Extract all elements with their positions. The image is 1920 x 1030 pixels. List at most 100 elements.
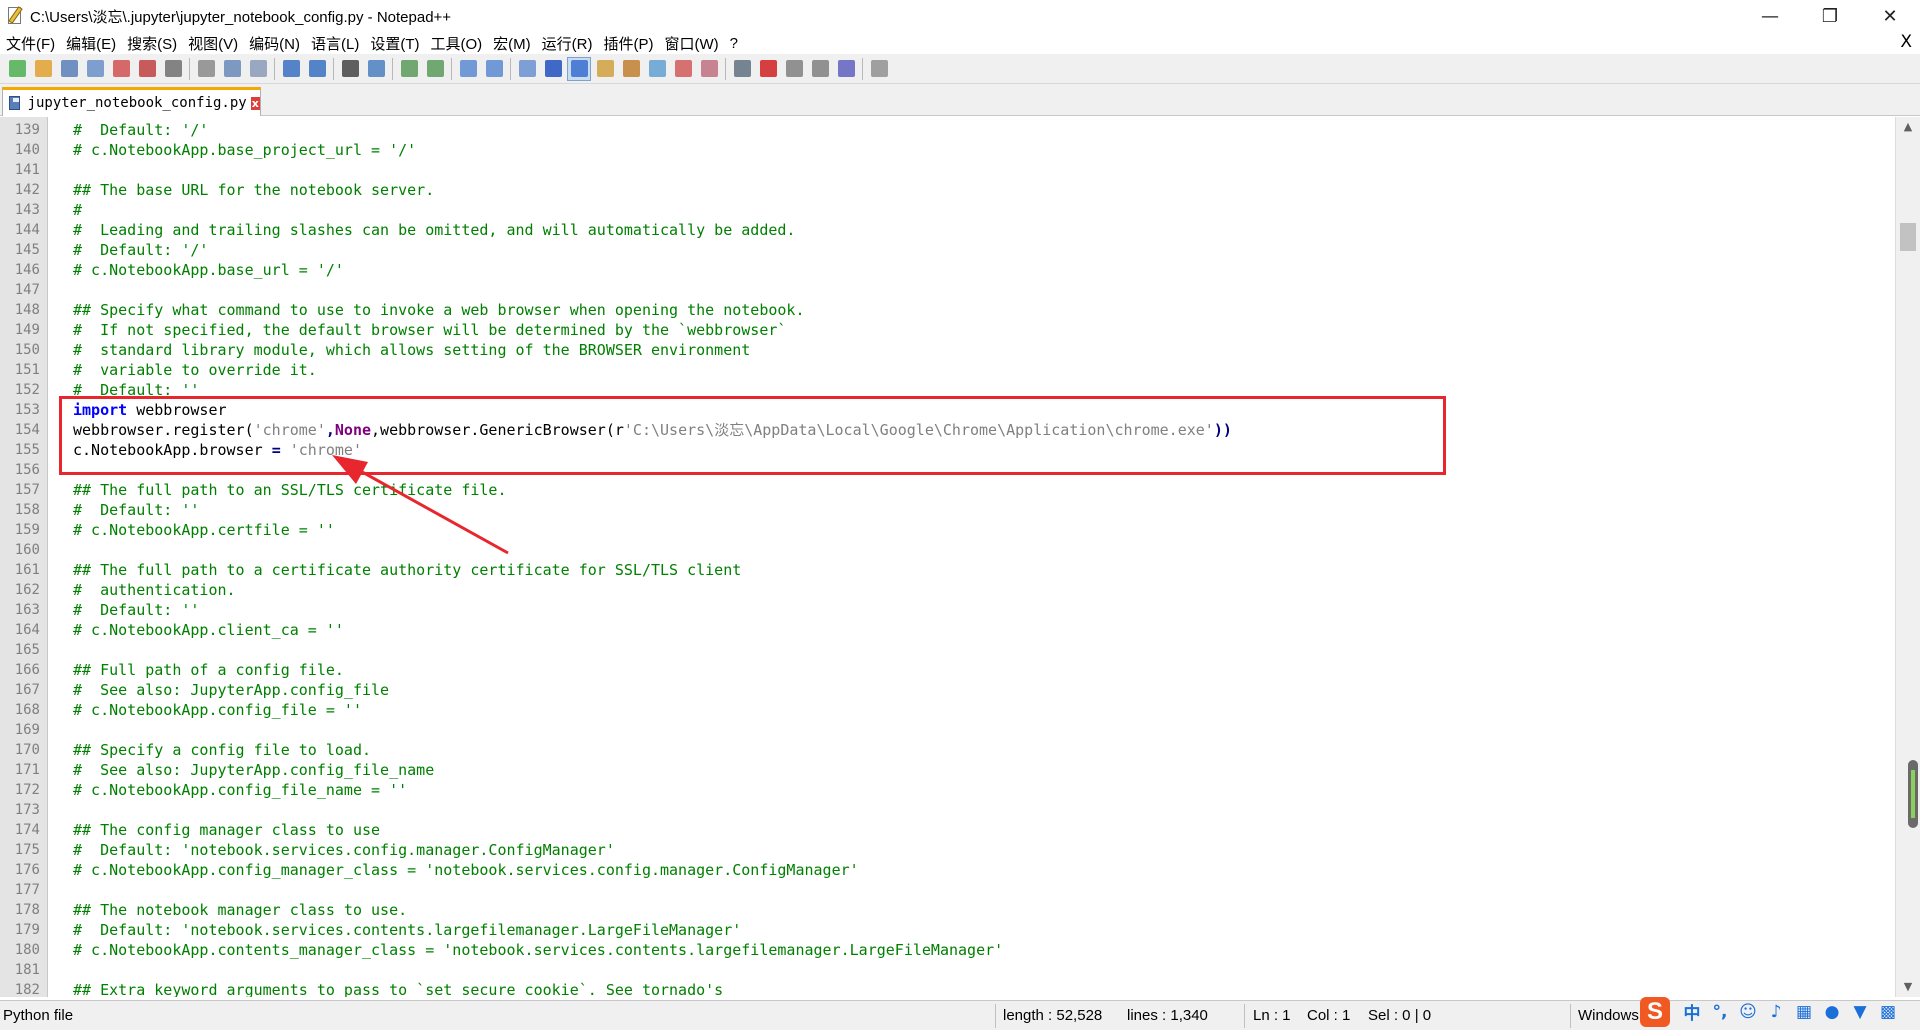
zoom-out-icon[interactable] bbox=[423, 57, 447, 81]
save-all-icon[interactable] bbox=[83, 57, 107, 81]
code-line: # Default: '' bbox=[73, 601, 200, 619]
close-all-icon[interactable] bbox=[135, 57, 159, 81]
line-number: 160 bbox=[14, 542, 40, 558]
ime-user-icon[interactable]: ● bbox=[1822, 1002, 1842, 1022]
menu-item-9[interactable]: 运行(R) bbox=[536, 33, 598, 54]
replace-icon[interactable] bbox=[364, 57, 388, 81]
ime-mode-icon[interactable]: 中 bbox=[1682, 1002, 1702, 1024]
code-line: # c.NotebookApp.contents_manager_class =… bbox=[73, 941, 1004, 959]
code-line: ## Specify what command to use to invoke… bbox=[73, 301, 805, 319]
stop-macro-icon[interactable] bbox=[756, 57, 780, 81]
menu-item-4[interactable]: 编码(N) bbox=[243, 33, 305, 54]
menu-item-11[interactable]: 窗口(W) bbox=[658, 33, 723, 54]
line-number: 154 bbox=[14, 422, 40, 438]
menu-item-6[interactable]: 设置(T) bbox=[364, 33, 424, 54]
undo-icon[interactable] bbox=[279, 57, 303, 81]
status-lines: lines : 1,340 bbox=[1127, 1007, 1208, 1024]
monitor-icon[interactable] bbox=[697, 57, 721, 81]
folder-workspace-icon[interactable] bbox=[671, 57, 695, 81]
play-macro-icon[interactable] bbox=[782, 57, 806, 81]
line-number: 168 bbox=[14, 702, 40, 718]
ime-voice-icon[interactable]: ♪ bbox=[1766, 1002, 1786, 1022]
code-line: # Default: '' bbox=[73, 501, 200, 519]
find-icon[interactable] bbox=[338, 57, 362, 81]
line-number: 143 bbox=[14, 202, 40, 218]
doc-map-icon[interactable] bbox=[619, 57, 643, 81]
menu-item-1[interactable]: 编辑(E) bbox=[60, 33, 121, 54]
menu-item-2[interactable]: 搜索(S) bbox=[121, 33, 182, 54]
status-file-type: Python file bbox=[3, 1007, 74, 1024]
tab-close-icon[interactable]: x bbox=[250, 96, 260, 110]
menu-item-10[interactable]: 插件(P) bbox=[597, 33, 658, 54]
code-line: ## Extra keyword arguments to pass to `s… bbox=[73, 981, 724, 997]
sync-vertical-icon[interactable] bbox=[456, 57, 480, 81]
restore-button[interactable]: ❐ bbox=[1800, 0, 1860, 32]
ime-skin-icon[interactable]: ▼ bbox=[1850, 1002, 1870, 1022]
print-icon[interactable] bbox=[161, 57, 185, 81]
new-file-icon[interactable] bbox=[5, 57, 29, 81]
scroll-up-icon[interactable]: ▲ bbox=[1896, 117, 1920, 137]
save-icon[interactable] bbox=[57, 57, 81, 81]
status-col: Col : 1 bbox=[1307, 1007, 1351, 1024]
menu-item-3[interactable]: 视图(V) bbox=[182, 33, 243, 54]
ime-grid-icon[interactable]: ▩ bbox=[1878, 1002, 1898, 1022]
menu-item-0[interactable]: 文件(F) bbox=[0, 33, 60, 54]
line-number: 144 bbox=[14, 222, 40, 238]
line-number: 171 bbox=[14, 762, 40, 778]
record-macro-icon[interactable] bbox=[730, 57, 754, 81]
line-number: 175 bbox=[14, 842, 40, 858]
plugin-icon[interactable] bbox=[867, 57, 891, 81]
line-number: 151 bbox=[14, 362, 40, 378]
floating-widget-handle[interactable] bbox=[1908, 760, 1918, 828]
minimize-button[interactable]: — bbox=[1740, 0, 1800, 32]
close-document-button[interactable]: X bbox=[1900, 32, 1912, 52]
menu-bar: 文件(F) 编辑(E) 搜索(S) 视图(V) 编码(N) 语言(L) 设置(T) 工具(O)… bbox=[0, 32, 1920, 54]
user-lang-icon[interactable] bbox=[593, 57, 617, 81]
line-number: 145 bbox=[14, 242, 40, 258]
code-line: # c.NotebookApp.base_project_url = '/' bbox=[73, 141, 417, 159]
paste-icon[interactable] bbox=[246, 57, 270, 81]
tab-jupyter-notebook-config[interactable]: jupyter_notebook_config.py x bbox=[2, 87, 261, 116]
copy-icon[interactable] bbox=[220, 57, 244, 81]
close-window-button[interactable]: ✕ bbox=[1860, 0, 1920, 32]
code-line: # c.NotebookApp.config_file_name = '' bbox=[73, 781, 408, 799]
code-line: # See also: JupyterApp.config_file bbox=[73, 681, 390, 699]
sogou-ime-icon[interactable]: S bbox=[1640, 996, 1670, 1027]
menu-item-7[interactable]: 工具(O) bbox=[424, 33, 487, 54]
sync-horizontal-icon[interactable] bbox=[482, 57, 506, 81]
code-line: # c.NotebookApp.client_ca = '' bbox=[73, 621, 344, 639]
run-macro-multiple-icon[interactable] bbox=[808, 57, 832, 81]
close-icon[interactable] bbox=[109, 57, 133, 81]
ime-emoji-icon[interactable]: ☺ bbox=[1738, 1002, 1758, 1022]
show-all-chars-icon[interactable] bbox=[541, 57, 565, 81]
cut-icon[interactable] bbox=[194, 57, 218, 81]
open-file-icon[interactable] bbox=[31, 57, 55, 81]
vertical-scrollbar[interactable]: ▲ ▼ bbox=[1895, 117, 1920, 997]
line-number: 161 bbox=[14, 562, 40, 578]
save-macro-icon[interactable] bbox=[834, 57, 858, 81]
zoom-in-icon[interactable] bbox=[397, 57, 421, 81]
line-number: 166 bbox=[14, 662, 40, 678]
code-line: ## The base URL for the notebook server. bbox=[73, 181, 435, 199]
code-line: # variable to override it. bbox=[73, 361, 317, 379]
code-line: ## The notebook manager class to use. bbox=[73, 901, 408, 919]
ime-punct-icon[interactable]: °, bbox=[1710, 1002, 1730, 1022]
scroll-thumb[interactable] bbox=[1900, 223, 1916, 251]
line-number: 170 bbox=[14, 742, 40, 758]
menu-item-8[interactable]: 宏(M) bbox=[487, 33, 536, 54]
ime-keyboard-icon[interactable]: ▦ bbox=[1794, 1002, 1814, 1022]
word-wrap-icon[interactable] bbox=[515, 57, 539, 81]
line-number: 149 bbox=[14, 322, 40, 338]
line-number: 159 bbox=[14, 522, 40, 538]
code-line: # standard library module, which allows … bbox=[73, 341, 751, 359]
line-number: 153 bbox=[14, 402, 40, 418]
line-number: 147 bbox=[14, 282, 40, 298]
function-list-icon[interactable] bbox=[645, 57, 669, 81]
code-line: ## Full path of a config file. bbox=[73, 661, 344, 679]
menu-item-12[interactable]: ? bbox=[724, 35, 743, 52]
indent-guide-icon[interactable] bbox=[567, 56, 591, 81]
menu-item-5[interactable]: 语言(L) bbox=[305, 33, 364, 54]
redo-icon[interactable] bbox=[305, 57, 329, 81]
title-bar: C:\Users\淡忘\.jupyter\jupyter_notebook_co… bbox=[0, 0, 1920, 32]
code-editor[interactable]: 139 140 141 142 143 144 145 146 147 148 149 150 151 1… bbox=[0, 117, 1895, 997]
